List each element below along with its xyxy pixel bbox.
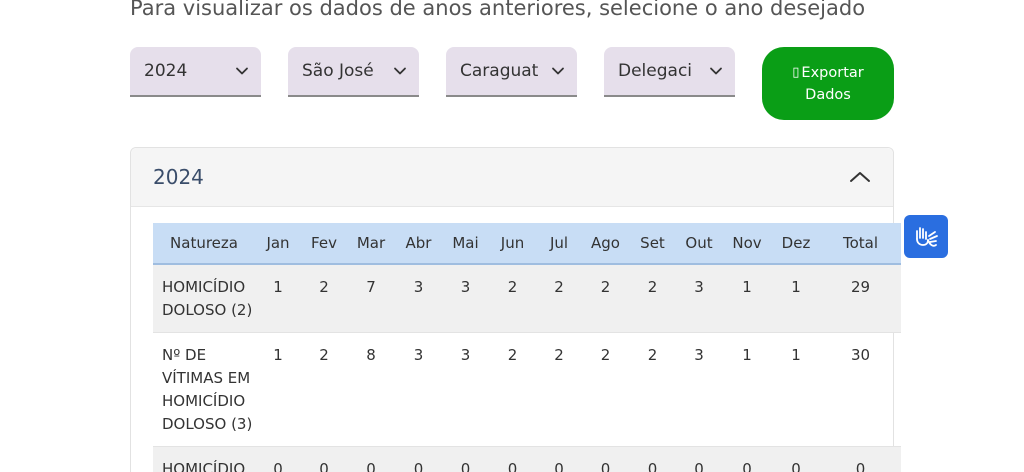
table-cell: 0: [395, 446, 442, 472]
filters-bar: 2024 São José Caraguat Delegaci ▯ Export…: [130, 47, 894, 121]
region-select-value: São José: [302, 61, 374, 81]
column-header: Jul: [536, 223, 582, 265]
table-cell: 2: [536, 332, 582, 447]
table-cell-total: 29: [820, 264, 901, 333]
accordion-header[interactable]: 2024: [131, 148, 893, 207]
table-header-row: Natureza Jan Fev Mar Abr Mai Jun Jul Ago…: [153, 223, 901, 265]
table-cell: 7: [347, 264, 395, 333]
hands-sign-language-icon: [916, 226, 938, 247]
table-cell: 1: [772, 264, 820, 333]
chevron-down-icon: [236, 67, 248, 75]
table-cell: 0: [347, 446, 395, 472]
table-cell: 8: [347, 332, 395, 447]
table-cell: 3: [442, 264, 489, 333]
column-header: Natureza: [153, 223, 255, 265]
page: Para visualizar os dados de anos anterio…: [0, 0, 1024, 472]
column-header: Jun: [489, 223, 536, 265]
chevron-down-icon: [552, 67, 564, 75]
table-cell: 0: [629, 446, 676, 472]
table-cell: 3: [676, 332, 722, 447]
column-header: Ago: [582, 223, 629, 265]
table-cell: 2: [629, 264, 676, 333]
table-cell: 1: [722, 332, 772, 447]
unit-select-value: Delegaci: [618, 61, 693, 81]
sign-language-accessibility-button[interactable]: [904, 215, 948, 258]
year-select[interactable]: 2024: [130, 47, 261, 97]
table-cell: 2: [629, 332, 676, 447]
table-cell: 0: [442, 446, 489, 472]
column-header: Jan: [255, 223, 301, 265]
table-cell: 0: [582, 446, 629, 472]
chevron-down-icon: [710, 67, 722, 75]
column-header: Nov: [722, 223, 772, 265]
city-select-value: Caraguat: [460, 61, 539, 81]
crime-statistics-table: Natureza Jan Fev Mar Abr Mai Jun Jul Ago…: [153, 223, 901, 472]
table-cell: 1: [255, 332, 301, 447]
column-header: Mai: [442, 223, 489, 265]
file-icon: ▯: [792, 64, 800, 80]
table-cell: 0: [301, 446, 347, 472]
table-cell: 2: [582, 264, 629, 333]
city-select[interactable]: Caraguat: [446, 47, 577, 97]
table-row: Nº DE VÍTIMAS EM HOMICÍDIO DOLOSO (3) 1 …: [153, 332, 901, 447]
column-header: Set: [629, 223, 676, 265]
table-cell: 3: [395, 264, 442, 333]
table-cell: 0: [722, 446, 772, 472]
column-header: Total: [820, 223, 901, 265]
column-header: Out: [676, 223, 722, 265]
table-cell: 1: [772, 332, 820, 447]
table-cell: 1: [722, 264, 772, 333]
table-cell: 3: [676, 264, 722, 333]
table-cell: 0: [772, 446, 820, 472]
column-header: Abr: [395, 223, 442, 265]
table-cell: 0: [255, 446, 301, 472]
table-cell: 1: [255, 264, 301, 333]
table-cell: 2: [489, 332, 536, 447]
table-cell-total: 30: [820, 332, 901, 447]
unit-select[interactable]: Delegaci: [604, 47, 735, 97]
table-cell: 2: [536, 264, 582, 333]
table-row: HOMICÍDIO 0 0 0 0 0 0 0 0 0 0 0 0 0: [153, 446, 901, 472]
table-cell: 3: [442, 332, 489, 447]
table-cell: 0: [489, 446, 536, 472]
chevron-up-icon[interactable]: [849, 170, 871, 184]
export-label-line2: Dados: [805, 86, 851, 103]
table-cell: 2: [301, 264, 347, 333]
column-header: Fev: [301, 223, 347, 265]
year-select-value: 2024: [144, 61, 188, 81]
table-cell-total: 0: [820, 446, 901, 472]
column-header: Mar: [347, 223, 395, 265]
table-cell: 2: [301, 332, 347, 447]
table-cell: 0: [536, 446, 582, 472]
export-data-button[interactable]: ▯ Exportar Dados: [762, 47, 894, 120]
table-cell: 2: [582, 332, 629, 447]
table-cell: 2: [489, 264, 536, 333]
row-label: HOMICÍDIO DOLOSO (2): [153, 264, 255, 333]
chevron-down-icon: [394, 67, 406, 75]
row-label: Nº DE VÍTIMAS EM HOMICÍDIO DOLOSO (3): [153, 332, 255, 447]
table-cell: 3: [395, 332, 442, 447]
instruction-text: Para visualizar os dados de anos anterio…: [130, 0, 866, 20]
column-header: Dez: [772, 223, 820, 265]
region-select[interactable]: São José: [288, 47, 419, 97]
table-cell: 0: [676, 446, 722, 472]
accordion-title: 2024: [153, 165, 204, 189]
export-label-line1: Exportar: [801, 64, 864, 81]
table-row: HOMICÍDIO DOLOSO (2) 1 2 7 3 3 2 2 2 2 3…: [153, 264, 901, 333]
row-label: HOMICÍDIO: [153, 446, 255, 472]
